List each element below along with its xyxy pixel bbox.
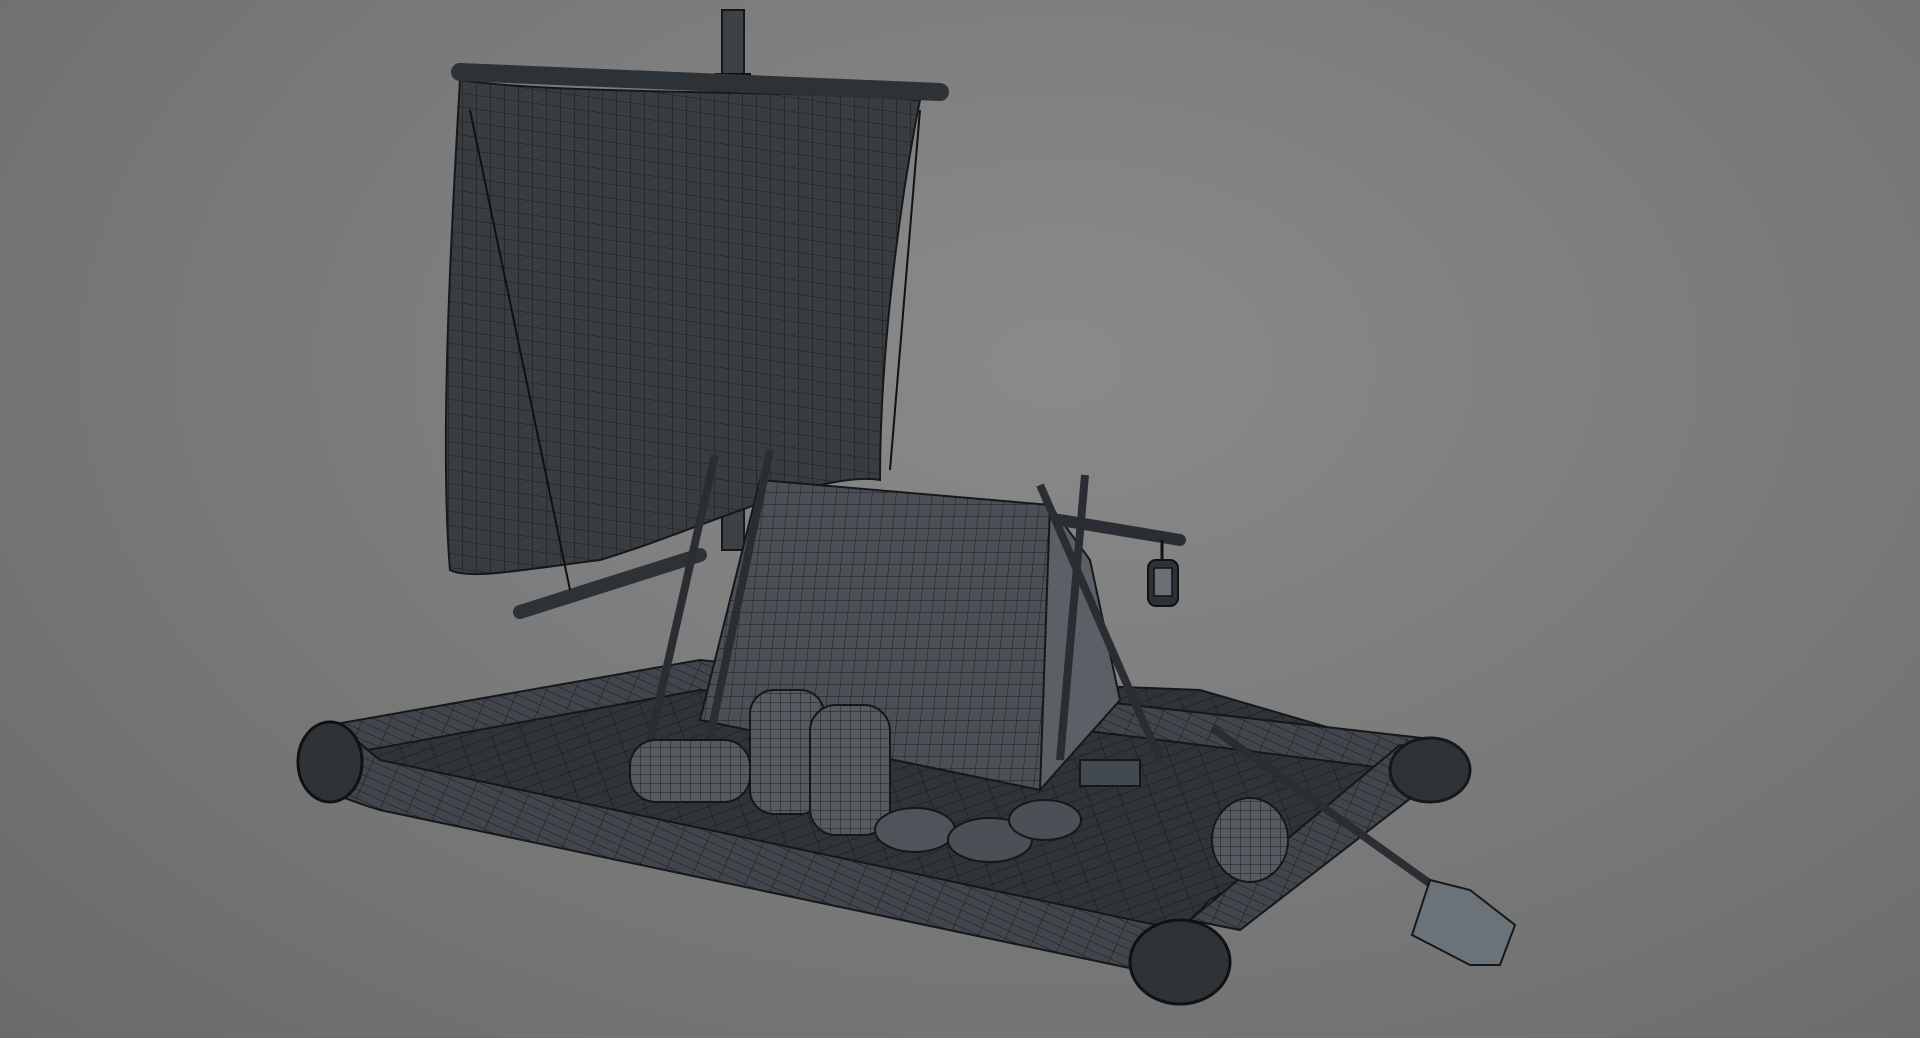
right-log-end	[1388, 736, 1472, 804]
front-log-end	[1128, 918, 1232, 1006]
3d-viewport[interactable]	[0, 0, 1920, 1038]
barrel	[809, 704, 891, 836]
front-log-end	[296, 720, 364, 804]
raft-wireframe-model[interactable]	[0, 0, 1920, 1038]
sack	[874, 807, 956, 853]
barrel	[629, 739, 751, 803]
barrel	[1211, 797, 1289, 883]
oar-blade	[1410, 878, 1517, 966]
hanging-lantern	[1147, 540, 1179, 607]
crate	[1079, 759, 1141, 787]
sack	[1008, 799, 1082, 841]
